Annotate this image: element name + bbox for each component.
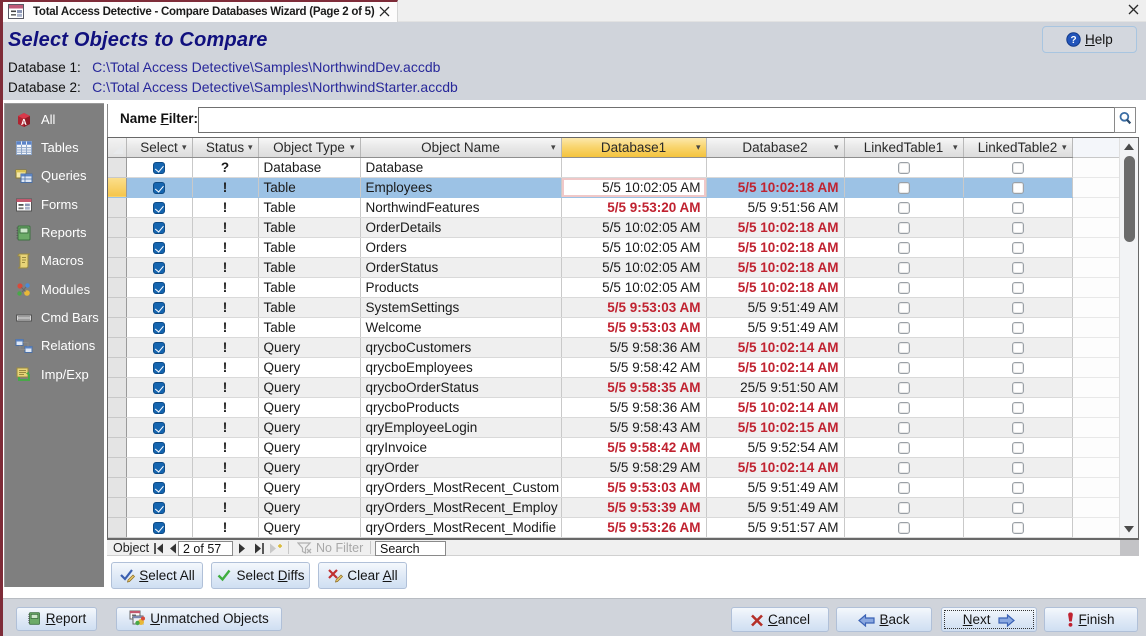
svg-text:A: A [21,118,27,127]
svg-text:?: ? [1071,35,1077,46]
